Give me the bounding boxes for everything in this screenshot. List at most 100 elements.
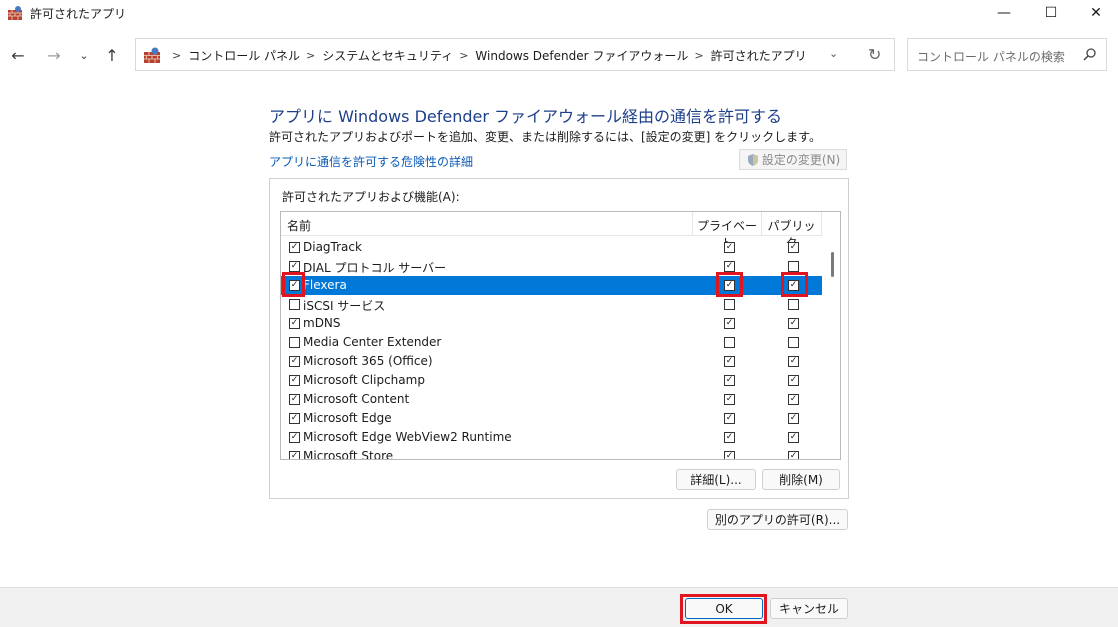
public-checkbox[interactable]: ✓ bbox=[788, 432, 799, 443]
list-header: 名前 プライベート パブリック bbox=[281, 212, 822, 250]
highlight-box-ok bbox=[680, 594, 767, 624]
maximize-button[interactable]: ☐ bbox=[1028, 0, 1074, 26]
public-checkbox[interactable]: ✓ bbox=[788, 394, 799, 405]
recent-locations-button[interactable]: ⌄ bbox=[73, 44, 95, 66]
allowed-apps-list[interactable]: 名前 プライベート パブリック ✓DiagTrack✓✓✓DIAL プロトコル … bbox=[280, 211, 841, 460]
public-checkbox[interactable]: ✓ bbox=[788, 356, 799, 367]
app-enabled-checkbox[interactable]: ✓ bbox=[289, 451, 300, 459]
app-enabled-checkbox[interactable]: ✓ bbox=[289, 394, 300, 405]
private-checkbox[interactable]: ✓ bbox=[724, 451, 735, 459]
private-checkbox[interactable] bbox=[724, 299, 735, 310]
table-row[interactable]: ✓ Microsoft Clipchamp ✓ ✓ bbox=[281, 371, 822, 390]
app-enabled-checkbox[interactable]: ✓ bbox=[289, 432, 300, 443]
app-name: Flexera bbox=[303, 278, 347, 292]
breadcrumb-separator[interactable]: > bbox=[306, 49, 315, 62]
dialog-footer: OK キャンセル bbox=[0, 587, 1118, 627]
change-settings-button[interactable]: 設定の変更(N) bbox=[739, 149, 847, 170]
app-name: iSCSI サービス bbox=[303, 299, 386, 313]
refresh-icon[interactable]: ↻ bbox=[868, 45, 881, 64]
highlight-box-enabled bbox=[282, 272, 305, 297]
public-checkbox[interactable]: ✓ bbox=[788, 242, 799, 253]
public-checkbox[interactable]: ✓ bbox=[788, 451, 799, 459]
app-enabled-checkbox[interactable] bbox=[289, 337, 300, 348]
table-row[interactable]: ✓ DiagTrack ✓ ✓ bbox=[281, 238, 822, 257]
private-checkbox[interactable]: ✓ bbox=[724, 242, 735, 253]
search-input[interactable]: コントロール パネルの検索 bbox=[907, 38, 1107, 71]
search-placeholder: コントロール パネルの検索 bbox=[917, 50, 1065, 64]
firewall-icon bbox=[8, 6, 22, 20]
app-name: Media Center Extender bbox=[303, 335, 442, 349]
private-checkbox[interactable]: ✓ bbox=[724, 318, 735, 329]
app-enabled-checkbox[interactable]: ✓ bbox=[289, 261, 300, 272]
app-name: mDNS bbox=[303, 316, 341, 330]
table-row[interactable]: ✓ mDNS ✓ ✓ bbox=[281, 314, 822, 333]
highlight-box-private bbox=[716, 272, 743, 297]
app-enabled-checkbox[interactable]: ✓ bbox=[289, 318, 300, 329]
private-checkbox[interactable] bbox=[724, 337, 735, 348]
cancel-button[interactable]: キャンセル bbox=[770, 598, 848, 619]
private-checkbox[interactable]: ✓ bbox=[724, 413, 735, 424]
breadcrumb-separator[interactable]: > bbox=[172, 49, 181, 62]
column-header-private[interactable]: プライベート bbox=[692, 212, 761, 250]
scrollbar-thumb[interactable] bbox=[831, 252, 834, 277]
uac-shield-icon bbox=[747, 153, 758, 166]
breadcrumb-firewall[interactable]: Windows Defender ファイアウォール bbox=[475, 47, 688, 64]
highlight-box-public bbox=[781, 272, 808, 297]
column-header-public[interactable]: パブリック bbox=[761, 212, 822, 250]
public-checkbox[interactable] bbox=[788, 299, 799, 310]
private-checkbox[interactable]: ✓ bbox=[724, 356, 735, 367]
breadcrumb: > コントロール パネル > システムとセキュリティ > Windows Def… bbox=[166, 47, 807, 64]
app-name: Microsoft Edge bbox=[303, 411, 392, 425]
table-row[interactable]: iSCSI サービス bbox=[281, 295, 822, 314]
app-enabled-checkbox[interactable]: ✓ bbox=[289, 356, 300, 367]
address-dropdown-icon[interactable]: ⌄ bbox=[829, 47, 838, 60]
delete-button[interactable]: 削除(M) bbox=[762, 469, 840, 490]
public-checkbox[interactable] bbox=[788, 261, 799, 272]
breadcrumb-separator[interactable]: > bbox=[694, 49, 703, 62]
table-row[interactable]: ✓ Microsoft Edge WebView2 Runtime ✓ ✓ bbox=[281, 428, 822, 447]
column-header-name[interactable]: 名前 bbox=[287, 217, 311, 234]
table-row[interactable]: ✓ Microsoft Content ✓ ✓ bbox=[281, 390, 822, 409]
page-title: アプリに Windows Defender ファイアウォール経由の通信を許可する bbox=[269, 107, 783, 126]
public-checkbox[interactable]: ✓ bbox=[788, 413, 799, 424]
allowed-apps-label: 許可されたアプリおよび機能(A): bbox=[282, 190, 460, 204]
control-panel-icon bbox=[144, 47, 160, 63]
app-enabled-checkbox[interactable]: ✓ bbox=[289, 242, 300, 253]
table-row[interactable]: ✓ Microsoft Store ✓ ✓ bbox=[281, 447, 822, 460]
app-enabled-checkbox[interactable] bbox=[289, 299, 300, 310]
table-row[interactable]: ✓ Microsoft 365 (Office) ✓ ✓ bbox=[281, 352, 822, 371]
allow-another-app-button[interactable]: 別のアプリの許可(R)... bbox=[707, 509, 848, 530]
public-checkbox[interactable]: ✓ bbox=[788, 318, 799, 329]
minimize-button[interactable]: — bbox=[981, 0, 1027, 26]
breadcrumb-separator[interactable]: > bbox=[459, 49, 468, 62]
breadcrumb-system-security[interactable]: システムとセキュリティ bbox=[322, 47, 453, 64]
private-checkbox[interactable]: ✓ bbox=[724, 432, 735, 443]
allowed-apps-group: 許可されたアプリおよび機能(A): 名前 プライベート パブリック ✓DiagT… bbox=[269, 178, 849, 499]
breadcrumb-allowed-apps[interactable]: 許可されたアプリ bbox=[711, 47, 807, 64]
table-row[interactable]: ✓ Microsoft Edge ✓ ✓ bbox=[281, 409, 822, 428]
list-scrollbar[interactable] bbox=[826, 212, 840, 459]
address-bar[interactable]: > コントロール パネル > システムとセキュリティ > Windows Def… bbox=[135, 38, 895, 71]
search-icon[interactable] bbox=[1083, 47, 1097, 61]
app-name: Microsoft 365 (Office) bbox=[303, 354, 433, 368]
app-name: Microsoft Content bbox=[303, 392, 410, 406]
app-name: Microsoft Store bbox=[303, 449, 394, 460]
private-checkbox[interactable]: ✓ bbox=[724, 261, 735, 272]
public-checkbox[interactable] bbox=[788, 337, 799, 348]
private-checkbox[interactable]: ✓ bbox=[724, 375, 735, 386]
forward-button[interactable]: → bbox=[43, 44, 65, 66]
app-enabled-checkbox[interactable]: ✓ bbox=[289, 375, 300, 386]
up-button[interactable]: ↑ bbox=[101, 44, 123, 66]
risk-info-link[interactable]: アプリに通信を許可する危険性の詳細 bbox=[269, 153, 473, 170]
breadcrumb-control-panel[interactable]: コントロール パネル bbox=[188, 47, 300, 64]
public-checkbox[interactable]: ✓ bbox=[788, 375, 799, 386]
close-button[interactable]: ✕ bbox=[1073, 0, 1118, 26]
table-row[interactable]: Media Center Extender bbox=[281, 333, 822, 352]
app-enabled-checkbox[interactable]: ✓ bbox=[289, 413, 300, 424]
change-settings-label: 設定の変更(N) bbox=[761, 153, 841, 167]
back-button[interactable]: ← bbox=[7, 44, 29, 66]
details-button[interactable]: 詳細(L)... bbox=[676, 469, 756, 490]
window-title: 許可されたアプリ bbox=[30, 7, 127, 21]
app-name: Microsoft Clipchamp bbox=[303, 373, 425, 387]
private-checkbox[interactable]: ✓ bbox=[724, 394, 735, 405]
